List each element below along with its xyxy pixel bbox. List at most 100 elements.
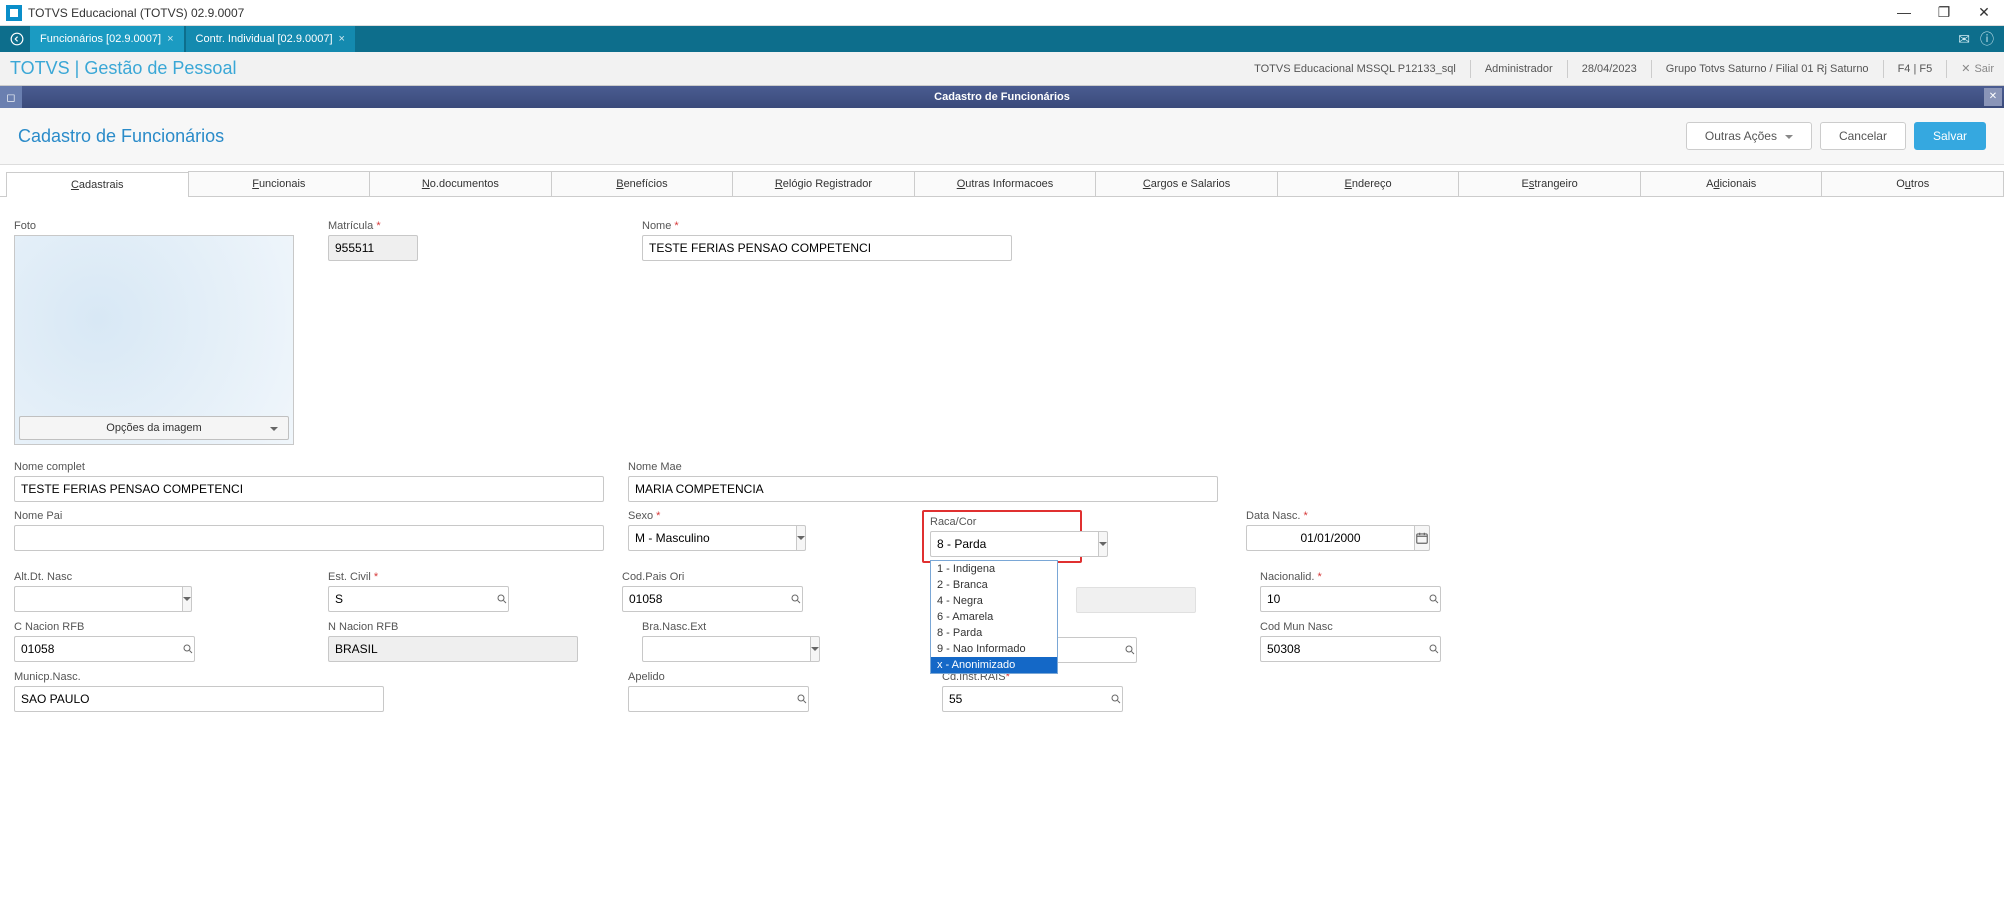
search-icon[interactable] <box>790 586 803 612</box>
mail-icon[interactable]: ✉ <box>1958 31 1970 48</box>
module-icon[interactable]: ◻ <box>0 86 22 108</box>
sexo-value[interactable] <box>628 525 796 551</box>
raca-select[interactable] <box>930 531 1074 557</box>
matricula-label: Matrícula * <box>328 220 418 232</box>
window-minimize-button[interactable]: — <box>1890 4 1918 21</box>
subtab-nodocumentos[interactable]: No.documentos <box>369 171 552 196</box>
nome-mae-field[interactable] <box>628 476 1218 502</box>
estcivil-value[interactable] <box>328 586 496 612</box>
subtab-outrasinfo[interactable]: Outras Informacoes <box>914 171 1097 196</box>
codpais-field[interactable] <box>622 586 732 612</box>
codmun-label: Cod Mun Nasc <box>1260 621 1340 633</box>
raca-value[interactable] <box>930 531 1098 557</box>
codmun-field[interactable] <box>1260 636 1340 662</box>
cdinst-value[interactable] <box>942 686 1110 712</box>
nome-pai-field[interactable] <box>14 525 604 551</box>
subtab-endereco[interactable]: Endereço <box>1277 171 1460 196</box>
tab-close-icon[interactable]: × <box>167 33 173 45</box>
window-maximize-button[interactable]: ❐ <box>1930 4 1958 21</box>
tab-label: Funcionários [02.9.0007] <box>40 33 161 45</box>
search-icon[interactable] <box>496 586 509 612</box>
form-tabs: Cadastrais Funcionais No.documentos Bene… <box>0 171 2004 197</box>
chevron-down-icon[interactable] <box>810 636 820 662</box>
cnacion-field[interactable] <box>14 636 104 662</box>
nome-complet-field[interactable] <box>14 476 604 502</box>
search-icon[interactable] <box>1428 636 1441 662</box>
altdt-select[interactable] <box>14 586 84 612</box>
altdt-label: Alt.Dt. Nasc <box>14 571 84 583</box>
apelido-value[interactable] <box>628 686 796 712</box>
nacionalid-field[interactable] <box>1260 586 1330 612</box>
cdinst-field[interactable] <box>942 686 1012 712</box>
chevron-down-icon[interactable] <box>1098 531 1108 557</box>
raca-option[interactable]: 6 - Amarela <box>931 609 1057 625</box>
photo-options-button[interactable]: Opções da imagem <box>19 416 289 440</box>
raca-dropdown[interactable]: 1 - Indigena 2 - Branca 4 - Negra 6 - Am… <box>930 560 1058 674</box>
nacionalid-label: Nacionalid. * <box>1260 571 1330 583</box>
subtab-outros[interactable]: Outros <box>1821 171 2004 196</box>
subtab-cargos[interactable]: Cargos e Salarios <box>1095 171 1278 196</box>
nome-mae-label: Nome Mae <box>628 461 1218 473</box>
raca-option[interactable]: 1 - Indigena <box>931 561 1057 577</box>
subtab-beneficios[interactable]: Benefícios <box>551 171 734 196</box>
apelido-field[interactable] <box>628 686 808 712</box>
subtab-cadastrais[interactable]: Cadastrais <box>6 172 189 197</box>
codpais-value[interactable] <box>622 586 790 612</box>
app-icon <box>6 5 22 21</box>
raca-option[interactable]: 2 - Branca <box>931 577 1057 593</box>
matricula-field[interactable] <box>328 235 418 261</box>
brand-title: TOTVS | Gestão de Pessoal <box>10 58 1254 79</box>
tab-close-icon[interactable]: × <box>339 33 345 45</box>
subtab-adicionais[interactable]: Adicionais <box>1640 171 1823 196</box>
codmun-value[interactable] <box>1260 636 1428 662</box>
municp-field[interactable] <box>14 686 384 712</box>
tab-funcionarios[interactable]: Funcionários [02.9.0007] × <box>30 26 184 52</box>
branasc-select[interactable] <box>642 636 712 662</box>
raca-option[interactable]: x - Anonimizado <box>931 657 1057 673</box>
foto-label: Foto <box>14 220 304 232</box>
window-close-button[interactable]: ✕ <box>1970 4 1998 21</box>
subtab-relogio[interactable]: Relógio Registrador <box>732 171 915 196</box>
subtab-estrangeiro[interactable]: Estrangeiro <box>1458 171 1641 196</box>
nav-back-button[interactable] <box>4 26 30 52</box>
page-header: Cadastro de Funcionários Outras Ações Ca… <box>0 108 2004 165</box>
nnacion-value <box>328 636 578 662</box>
chevron-down-icon[interactable] <box>796 525 806 551</box>
exit-button[interactable]: ✕ Sair <box>1961 62 1994 75</box>
tab-contr-individual[interactable]: Contr. Individual [02.9.0007] × <box>186 26 355 52</box>
altdt-value[interactable] <box>14 586 182 612</box>
search-icon[interactable] <box>1428 586 1441 612</box>
search-icon[interactable] <box>1124 637 1137 663</box>
raca-highlight: Raca/Cor 1 - Indigena 2 - Branca 4 - Neg… <box>922 510 1082 563</box>
sexo-select[interactable] <box>628 525 758 551</box>
dtnasc-value[interactable] <box>1246 525 1414 551</box>
nacionalid-value[interactable] <box>1260 586 1428 612</box>
nome-field[interactable] <box>642 235 1012 261</box>
module-tabstrip: Funcionários [02.9.0007] × Contr. Indivi… <box>0 26 2004 52</box>
subtab-funcionais[interactable]: Funcionais <box>188 171 371 196</box>
dtnasc-label: Data Nasc. * <box>1246 510 1396 522</box>
form-area: Foto Opções da imagem Matrícula * Nome * <box>6 214 1998 897</box>
branasc-value[interactable] <box>642 636 810 662</box>
other-actions-button[interactable]: Outras Ações <box>1686 122 1812 150</box>
raca-option[interactable]: 9 - Nao Informado <box>931 641 1057 657</box>
module-close-button[interactable]: ✕ <box>1984 88 2002 106</box>
search-icon[interactable] <box>182 636 195 662</box>
calendar-icon[interactable] <box>1414 525 1430 551</box>
raca-option[interactable]: 4 - Negra <box>931 593 1057 609</box>
save-button[interactable]: Salvar <box>1914 122 1986 150</box>
search-icon[interactable] <box>796 686 809 712</box>
nnacion-label: N Nacion RFB <box>328 621 578 633</box>
raca-option[interactable]: 8 - Parda <box>931 625 1057 641</box>
group-label: Grupo Totvs Saturno / Filial 01 Rj Satur… <box>1666 63 1869 75</box>
branasc-label: Bra.Nasc.Ext <box>642 621 712 633</box>
cancel-button[interactable]: Cancelar <box>1820 122 1906 150</box>
dtnasc-field[interactable] <box>1246 525 1396 551</box>
estcivil-field[interactable] <box>328 586 408 612</box>
cnacion-value[interactable] <box>14 636 182 662</box>
help-icon[interactable]: ⓘ <box>1980 29 1994 49</box>
chevron-down-icon[interactable] <box>182 586 192 612</box>
municp-label: Municp.Nasc. <box>14 671 384 683</box>
sexo-label: Sexo * <box>628 510 758 522</box>
search-icon[interactable] <box>1110 686 1123 712</box>
